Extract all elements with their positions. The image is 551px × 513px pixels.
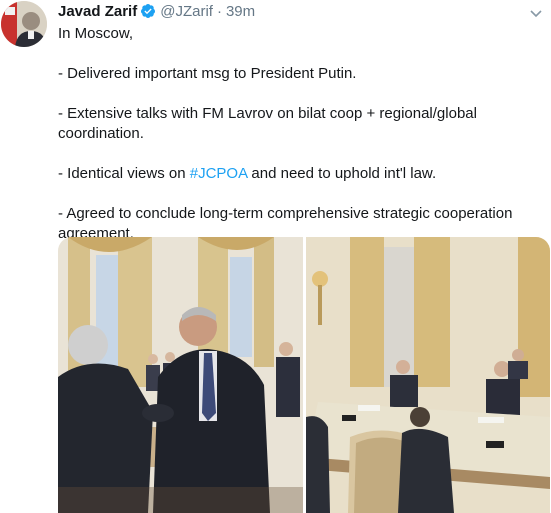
hashtag-link[interactable]: #JCPOA — [190, 165, 248, 182]
avatar[interactable] — [1, 1, 47, 47]
photo-left[interactable] — [58, 237, 303, 513]
tweet-line: In Moscow, — [58, 25, 134, 42]
author-handle[interactable]: @JZarif — [160, 3, 213, 20]
tweet-text: In Moscow, - Delivered important msg to … — [58, 24, 543, 244]
tweet-bullet: - Delivered important msg to President P… — [58, 65, 357, 82]
chevron-down-icon[interactable] — [527, 4, 545, 22]
tweet-card: Javad Zarif @JZarif · 39m In Moscow, - Deli… — [0, 0, 551, 513]
tweet-media — [58, 237, 550, 513]
tweet-header: Javad Zarif @JZarif · 39m — [58, 3, 255, 23]
timestamp[interactable]: 39m — [226, 3, 255, 20]
bullet-text: - Identical views on — [58, 165, 190, 182]
photo-right[interactable] — [306, 237, 550, 513]
tweet-bullet: - Extensive talks with FM Lavrov on bila… — [58, 105, 477, 142]
separator-dot: · — [216, 3, 222, 20]
tweet-bullet: - Identical views on #JCPOA and need to … — [58, 164, 543, 184]
verified-badge-icon — [140, 3, 156, 24]
author-name[interactable]: Javad Zarif — [58, 3, 137, 20]
bullet-text: and need to uphold int'l law. — [247, 165, 437, 182]
